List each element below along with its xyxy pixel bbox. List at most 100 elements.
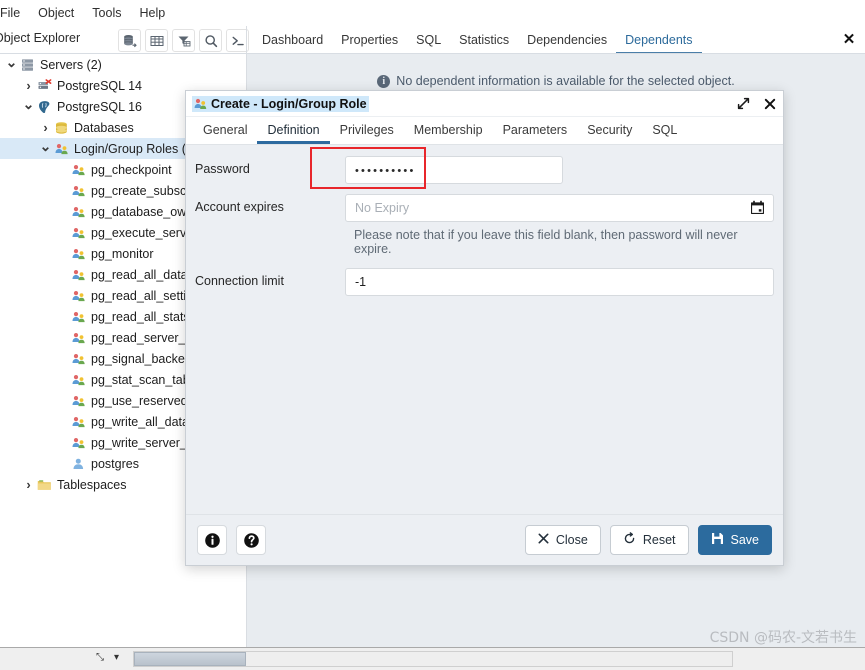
role-icon — [70, 204, 87, 220]
roles-icon — [53, 141, 70, 157]
chevron-down-icon[interactable]: ⌄ — [38, 139, 53, 153]
dialog-title-text: Create - Login/Group Role — [211, 96, 367, 111]
dialog-title-bar[interactable]: Create - Login/Group Role — [186, 91, 783, 117]
account-expires-label: Account expires — [195, 200, 284, 214]
tree-node-label: pg_write_all_data — [91, 414, 189, 429]
calendar-icon[interactable] — [750, 200, 765, 218]
tree-node-label: pg_monitor — [91, 246, 154, 261]
tree-node-label: Servers (2) — [40, 57, 102, 72]
menu-item-object[interactable]: Object — [29, 3, 83, 23]
password-control — [310, 147, 774, 189]
object-explorer-toolbar — [118, 29, 249, 52]
tree-node-label: PostgreSQL 16 — [57, 99, 143, 114]
tree-node-label: pg_checkpoint — [91, 162, 172, 177]
database-icon — [53, 120, 70, 136]
reset-button[interactable]: Reset — [609, 525, 689, 555]
close-icon[interactable] — [764, 98, 776, 110]
tab-statistics[interactable]: Statistics — [450, 29, 518, 54]
menu-items: File Object Tools Help — [0, 0, 865, 26]
dialog-tab-privileges[interactable]: Privileges — [330, 120, 404, 144]
connection-limit-label: Connection limit — [195, 274, 284, 288]
save-button[interactable]: Save — [697, 525, 772, 555]
dialog-tab-sql[interactable]: SQL — [642, 120, 687, 144]
dialog-tab-parameters[interactable]: Parameters — [493, 120, 578, 144]
role-icon — [70, 288, 87, 304]
tree-node-label: postgres — [91, 456, 139, 471]
chevron-right-icon[interactable]: › — [38, 121, 53, 134]
server-disconnected-icon — [36, 78, 53, 94]
object-explorer-title: Object Explorer — [0, 31, 81, 45]
connection-limit-control — [345, 268, 774, 296]
menu-item-file[interactable]: File — [0, 3, 29, 23]
close-button[interactable]: Close — [524, 525, 601, 555]
connection-limit-input[interactable] — [345, 268, 774, 296]
account-expires-control — [345, 194, 774, 222]
chevron-down-icon[interactable]: ⌄ — [4, 55, 19, 69]
server-connected-icon — [36, 99, 53, 115]
tab-dependents[interactable]: Dependents — [616, 29, 702, 54]
dialog-tab-membership[interactable]: Membership — [404, 120, 493, 144]
secondary-toolbar: Object Explorer Dashboard Properties SQL… — [0, 26, 865, 54]
server-stack-icon[interactable] — [118, 29, 141, 52]
scroll-resize-icon[interactable]: ⤡ — [96, 652, 104, 663]
password-label: Password — [195, 162, 250, 176]
info-button[interactable] — [197, 525, 227, 555]
tab-dependencies[interactable]: Dependencies — [518, 29, 616, 54]
maximize-icon[interactable] — [737, 97, 750, 110]
help-button[interactable] — [236, 525, 266, 555]
dialog-tab-general[interactable]: General — [193, 120, 257, 144]
dialog-title: Create - Login/Group Role — [192, 95, 369, 112]
search-icon[interactable] — [199, 29, 222, 52]
tree-node-label: pg_read_all_stats — [91, 309, 190, 324]
reset-icon — [623, 532, 636, 548]
role-icon — [70, 351, 87, 367]
grid-table-icon[interactable] — [145, 29, 168, 52]
close-x-icon — [538, 533, 549, 547]
horizontal-scrollbar-thumb[interactable] — [134, 652, 246, 666]
dialog-footer: Close Reset Save — [186, 514, 783, 565]
connection-limit-row: Connection limit — [195, 268, 774, 296]
account-expires-row: Account expires — [195, 194, 774, 222]
role-icon — [70, 267, 87, 283]
password-row: Password — [195, 147, 774, 189]
save-button-label: Save — [730, 533, 760, 547]
dialog-tab-strip: General Definition Privileges Membership Par… — [186, 117, 783, 145]
tree-node-label: pg_signal_backend — [91, 351, 199, 366]
account-expires-input[interactable] — [345, 194, 774, 222]
dialog-tab-security[interactable]: Security — [577, 120, 642, 144]
chevron-down-icon[interactable]: ⌄ — [21, 97, 36, 111]
tree-node-label: Databases — [74, 120, 134, 135]
role-icon — [70, 414, 87, 430]
tab-properties[interactable]: Properties — [332, 29, 407, 54]
role-icon — [70, 393, 87, 409]
role-icon — [70, 225, 87, 241]
info-icon: i — [377, 74, 391, 88]
chevron-right-icon[interactable]: › — [21, 79, 36, 92]
scroll-down-icon[interactable]: ▾ — [114, 652, 119, 663]
close-tab-button[interactable]: ✕ — [841, 31, 857, 47]
tree-node-label: PostgreSQL 14 — [57, 78, 143, 93]
menu-item-tools[interactable]: Tools — [83, 3, 130, 23]
save-disk-icon — [711, 532, 724, 548]
tab-dashboard[interactable]: Dashboard — [253, 29, 332, 54]
create-role-dialog: Create - Login/Group Role General Defini… — [185, 90, 784, 566]
role-icon — [70, 246, 87, 262]
role-icon — [70, 162, 87, 178]
servers-icon — [19, 57, 36, 73]
role-icon — [70, 330, 87, 346]
chevron-right-icon[interactable]: › — [21, 478, 36, 491]
pgadmin-window: File Object Tools Help Object Explorer D… — [0, 0, 865, 670]
role-icon — [70, 372, 87, 388]
filter-table-icon[interactable] — [172, 29, 195, 52]
menu-item-help[interactable]: Help — [130, 3, 174, 23]
tree-node[interactable]: ⌄ Servers (2) — [0, 54, 246, 75]
password-input[interactable] — [345, 156, 563, 184]
role-icon — [193, 97, 208, 111]
main-tab-strip: Dashboard Properties SQL Statistics Dependen… — [253, 26, 702, 54]
single-role-icon — [70, 456, 87, 472]
dialog-window-controls — [737, 91, 776, 116]
empty-state-text: No dependent information is available fo… — [396, 74, 735, 88]
tab-sql[interactable]: SQL — [407, 29, 450, 54]
menu-bar: File Object Tools Help — [0, 0, 865, 27]
dialog-tab-definition[interactable]: Definition — [257, 120, 330, 144]
